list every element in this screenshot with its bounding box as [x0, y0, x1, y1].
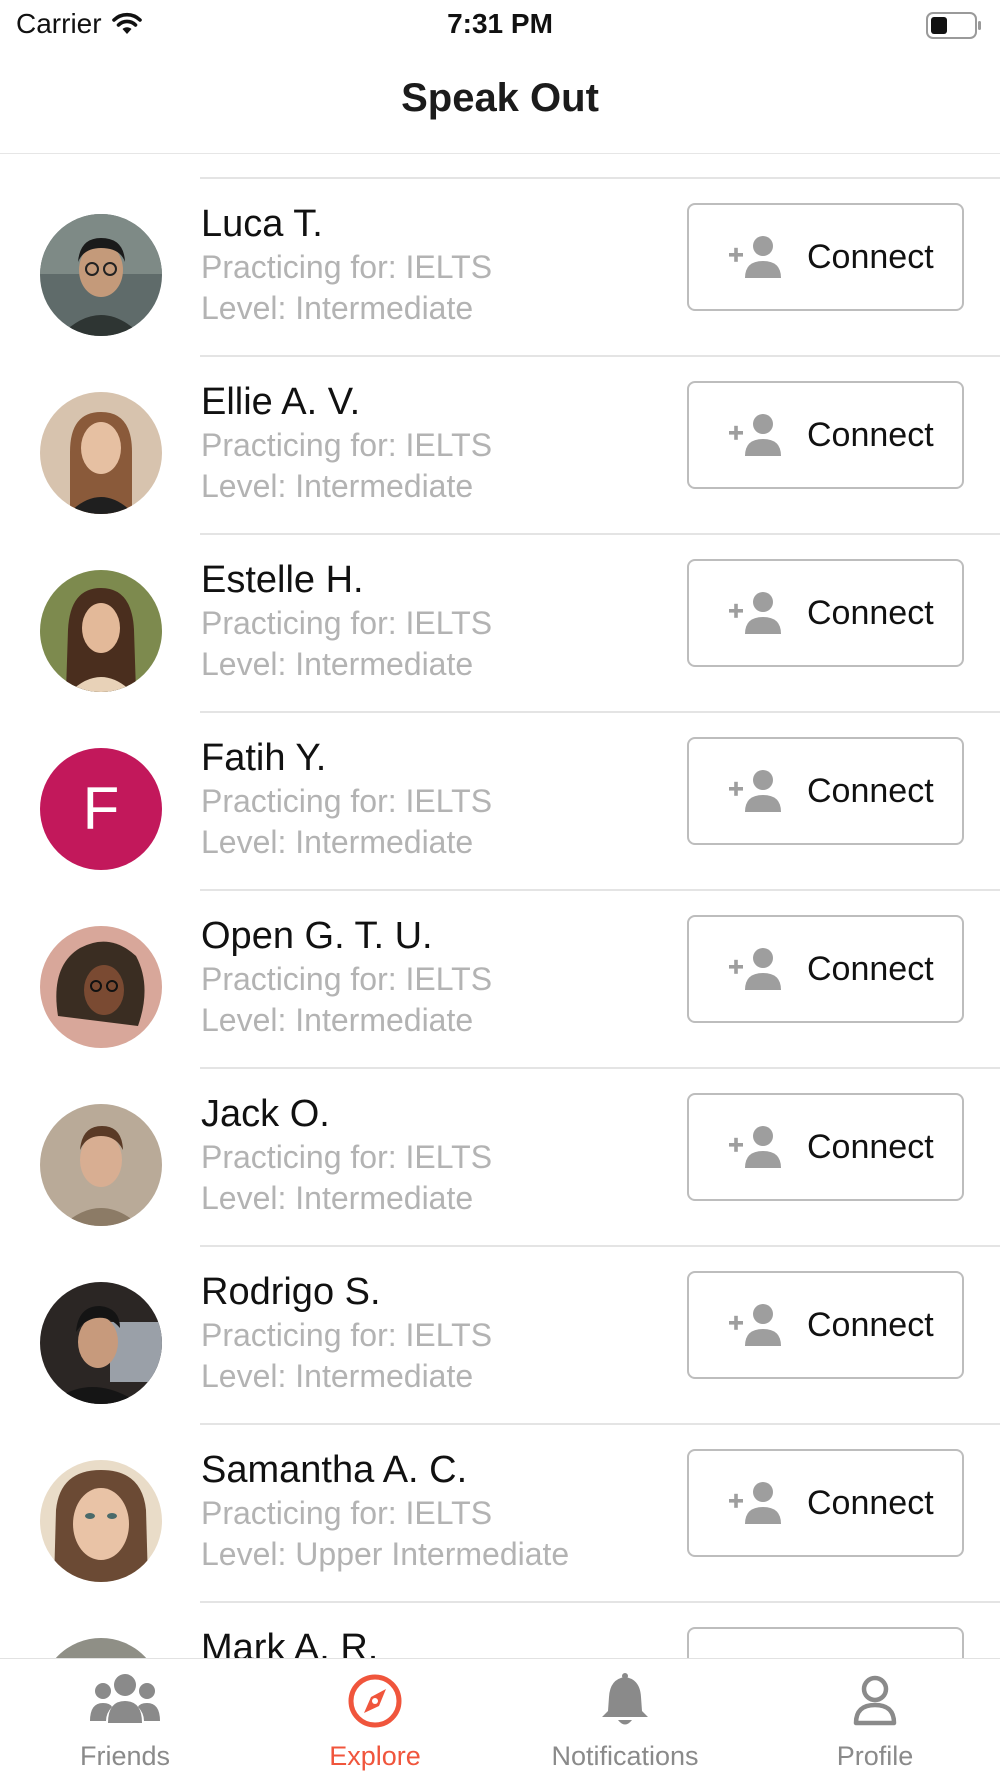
- user-name: Rodrigo S.: [201, 1271, 381, 1313]
- user-row[interactable]: Mark A. R. Connect: [0, 1601, 1000, 1658]
- user-row[interactable]: Jack O. Practicing for: IELTS Level: Int…: [0, 1067, 1000, 1245]
- user-practicing: Practicing for: IELTS: [201, 1495, 493, 1531]
- connect-button[interactable]: Connect: [687, 1093, 964, 1201]
- add-person-icon: [729, 592, 781, 634]
- connect-label: Connect: [807, 1305, 934, 1344]
- avatar: [40, 1282, 162, 1404]
- row-divider: [200, 177, 1000, 179]
- add-person-icon: [729, 770, 781, 812]
- user-level: Level: Upper Intermediate: [201, 1536, 570, 1572]
- row-divider: [200, 533, 1000, 535]
- tab-label: Profile: [836, 1741, 914, 1771]
- user-row[interactable]: F Fatih Y. Practicing for: IELTS Level: …: [0, 711, 1000, 889]
- user-level: Level: Intermediate: [201, 468, 474, 504]
- tab-label: Notifications: [551, 1741, 699, 1771]
- row-divider: [200, 711, 1000, 713]
- tab-label: Explore: [329, 1741, 421, 1771]
- connect-label: Connect: [807, 771, 934, 810]
- bell-icon: [602, 1673, 648, 1725]
- user-row[interactable]: Samantha A. C. Practicing for: IELTS Lev…: [0, 1423, 1000, 1601]
- add-person-icon: [729, 948, 781, 990]
- connect-label: Connect: [807, 415, 934, 454]
- connect-button[interactable]: Connect: [687, 915, 964, 1023]
- user-name: Open G. T. U.: [201, 915, 433, 957]
- user-row[interactable]: Rodrigo S. Practicing for: IELTS Level: …: [0, 1245, 1000, 1423]
- user-practicing: Practicing for: IELTS: [201, 427, 493, 463]
- user-name: Ellie A. V.: [201, 381, 361, 423]
- connect-label: Connect: [807, 1483, 934, 1522]
- user-level: Level: Intermediate: [201, 824, 474, 860]
- user-row[interactable]: Open G. T. U. Practicing for: IELTS Leve…: [0, 889, 1000, 1067]
- user-name: Luca T.: [201, 203, 323, 245]
- row-divider: [200, 1245, 1000, 1247]
- status-time: 7:31 PM: [447, 8, 553, 39]
- connect-button[interactable]: Connect: [687, 1449, 964, 1557]
- user-practicing: Practicing for: IELTS: [201, 249, 493, 285]
- row-divider: [200, 889, 1000, 891]
- tab-notifications[interactable]: Notifications: [500, 1659, 750, 1778]
- avatar: [40, 1638, 162, 1658]
- connect-button[interactable]: Connect: [687, 1271, 964, 1379]
- user-name: Mark A. R.: [201, 1627, 379, 1658]
- user-practicing: Practicing for: IELTS: [201, 783, 493, 819]
- connect-button[interactable]: Connect: [687, 1627, 964, 1658]
- add-person-icon: [729, 1482, 781, 1524]
- user-level: Level: Intermediate: [201, 646, 474, 682]
- user-practicing: Practicing for: IELTS: [201, 605, 493, 641]
- connect-button[interactable]: Connect: [687, 381, 964, 489]
- user-name: Jack O.: [201, 1093, 330, 1135]
- add-person-icon: [729, 1126, 781, 1168]
- connect-button[interactable]: Connect: [687, 737, 964, 845]
- user-name: Estelle H.: [201, 559, 364, 601]
- user-name: Fatih Y.: [201, 737, 327, 779]
- add-person-icon: [729, 414, 781, 456]
- tab-bar: Friends Explore Notifications Profile: [0, 1658, 1000, 1778]
- user-level: Level: Intermediate: [201, 1358, 474, 1394]
- user-level: Level: Intermediate: [201, 290, 474, 326]
- tab-profile[interactable]: Profile: [750, 1659, 1000, 1778]
- avatar: [40, 1460, 162, 1582]
- connect-button[interactable]: Connect: [687, 203, 964, 311]
- user-practicing: Practicing for: IELTS: [201, 1139, 493, 1175]
- connect-label: Connect: [807, 237, 934, 276]
- user-practicing: Practicing for: IELTS: [201, 1317, 493, 1353]
- user-row[interactable]: Estelle H. Practicing for: IELTS Level: …: [0, 533, 1000, 711]
- avatar: [40, 392, 162, 514]
- status-bar: Carrier 7:31 PM: [0, 0, 1000, 50]
- avatar: [40, 926, 162, 1048]
- row-divider: [200, 1067, 1000, 1069]
- user-row[interactable]: Luca T. Practicing for: IELTS Level: Int…: [0, 177, 1000, 355]
- connect-label: Connect: [807, 1127, 934, 1166]
- person-icon: [853, 1675, 897, 1726]
- tab-explore[interactable]: Explore: [250, 1659, 500, 1778]
- row-divider: [200, 1423, 1000, 1425]
- user-list[interactable]: Luca T. Practicing for: IELTS Level: Int…: [0, 155, 1000, 1658]
- user-practicing: Practicing for: IELTS: [201, 961, 493, 997]
- connect-button[interactable]: Connect: [687, 559, 964, 667]
- user-level: Level: Intermediate: [201, 1180, 474, 1216]
- avatar-partial: [70, 155, 130, 163]
- avatar: [40, 214, 162, 336]
- avatar: [40, 1104, 162, 1226]
- battery-icon: [926, 12, 981, 39]
- page-title: Speak Out: [401, 76, 599, 120]
- compass-icon: [348, 1674, 402, 1728]
- avatar: [40, 570, 162, 692]
- navigation-bar: Speak Out: [0, 50, 1000, 154]
- avatar-initial: F: [40, 748, 162, 870]
- friends-icon: [90, 1674, 160, 1723]
- tab-friends[interactable]: Friends: [0, 1659, 250, 1778]
- user-level: Level: Intermediate: [201, 1002, 474, 1038]
- tab-label: Friends: [79, 1741, 171, 1771]
- user-row[interactable]: Ellie A. V. Practicing for: IELTS Level:…: [0, 355, 1000, 533]
- add-person-icon: [729, 236, 781, 278]
- connect-label: Connect: [807, 593, 934, 632]
- row-divider: [200, 1601, 1000, 1603]
- add-person-icon: [729, 1304, 781, 1346]
- user-name: Samantha A. C.: [201, 1449, 468, 1491]
- connect-label: Connect: [807, 949, 934, 988]
- row-divider: [200, 355, 1000, 357]
